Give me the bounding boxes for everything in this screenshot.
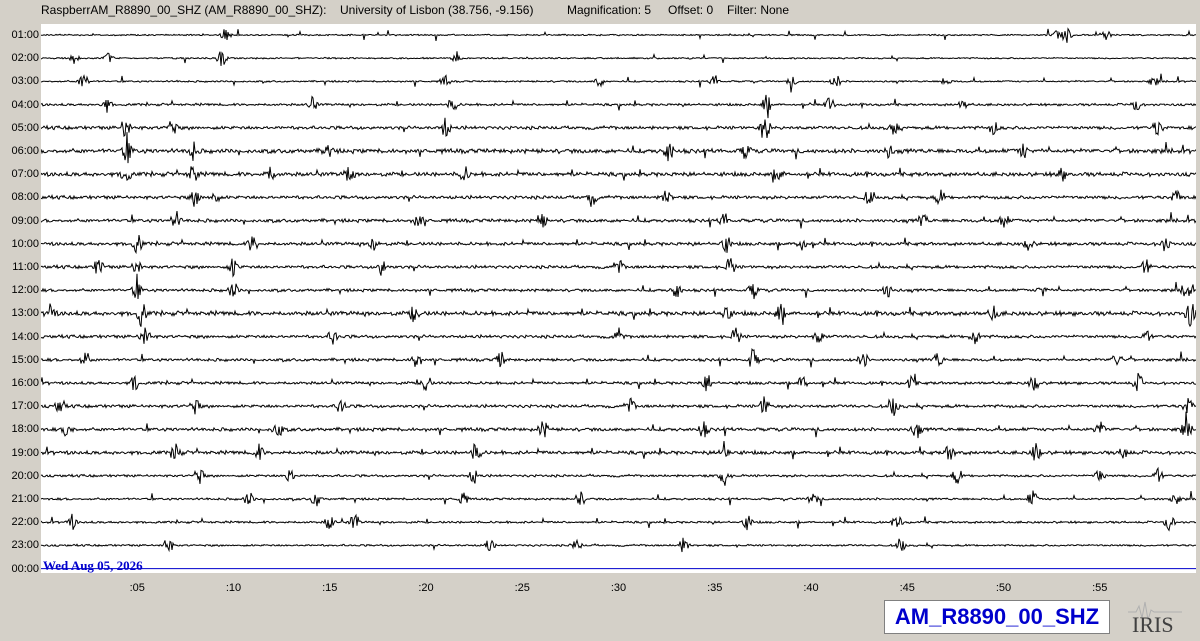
header-magnification: Magnification: 5	[567, 3, 652, 17]
date-label: Wed Aug 05, 2026	[43, 558, 143, 573]
minute-tick-label: :45	[899, 582, 915, 594]
hour-label: 08:00	[11, 191, 39, 204]
hour-label: 03:00	[11, 75, 39, 88]
trace-line	[40, 441, 1197, 461]
minute-tick-label: :10	[225, 582, 242, 594]
minute-tick-label: :40	[803, 582, 819, 594]
minute-tick-label: :50	[995, 582, 1012, 594]
hour-label: 16:00	[11, 377, 39, 389]
minute-tick-label: :05	[129, 582, 145, 594]
iris-logo: IRIS	[1128, 596, 1182, 637]
helicorder-svg	[40, 27, 1197, 570]
hour-label: 00:00	[11, 562, 39, 575]
minute-tick-label: :15	[322, 582, 338, 594]
hour-label: 13:00	[11, 307, 39, 320]
minute-tick-label: :55	[1092, 582, 1108, 594]
hour-label: 09:00	[11, 214, 39, 227]
trace-line	[40, 189, 1197, 207]
hour-label: 07:00	[11, 168, 39, 181]
hour-label: 21:00	[11, 493, 39, 505]
trace-line	[40, 411, 1197, 439]
minute-tick-label: :25	[514, 582, 530, 594]
hour-label: 20:00	[11, 469, 39, 482]
hour-label: 22:00	[11, 516, 39, 529]
trace-line	[40, 490, 1197, 507]
logo-text: IRIS	[1132, 612, 1174, 636]
hour-label: 01:00	[11, 29, 39, 41]
hour-label: 10:00	[11, 237, 39, 250]
trace-line	[40, 273, 1197, 300]
header-location: University of Lisbon (38.756, -9.156)	[340, 3, 534, 17]
trace-line	[40, 132, 1197, 164]
hour-label: 23:00	[11, 539, 39, 552]
station-id-box: AM_R8890_00_SHZ	[884, 600, 1110, 634]
hour-label: 04:00	[11, 98, 39, 111]
hour-label: 06:00	[11, 145, 39, 157]
trace-line	[40, 372, 1197, 392]
header-filter: Filter: None	[727, 3, 790, 17]
trace-line	[40, 94, 1197, 119]
trace-line	[40, 347, 1197, 368]
hour-label: 02:00	[11, 52, 39, 65]
hour-label: 18:00	[11, 423, 39, 436]
trace-line	[40, 537, 1196, 553]
header-offset: Offset: 0	[668, 3, 714, 17]
trace-line	[40, 235, 1197, 255]
trace-line	[40, 117, 1197, 138]
trace-line	[40, 327, 1197, 345]
trace-line	[40, 73, 1197, 93]
hour-label: 17:00	[11, 400, 39, 413]
trace-line	[40, 513, 1197, 532]
header-station: RaspberrAM_R8890_00_SHZ (AM_R8890_00_SHZ…	[41, 3, 327, 17]
hour-label: 12:00	[11, 284, 39, 297]
hour-label: 15:00	[11, 353, 39, 366]
hour-label: 14:00	[11, 330, 39, 343]
minute-tick-label: :30	[610, 582, 627, 594]
minute-axis: :05 :10 :15 :20 :25 :30 :35 :40 :45 :50 :55	[41, 580, 1196, 596]
trace-line	[40, 466, 1197, 486]
trace-line	[40, 166, 1197, 183]
header-bar: RaspberrAM_R8890_00_SHZ (AM_R8890_00_SHZ…	[0, 0, 1200, 20]
trace-line	[40, 303, 1197, 328]
trace-line	[40, 27, 1196, 43]
minute-tick-label: :35	[707, 582, 723, 594]
trace-line	[40, 258, 1197, 278]
hour-label: 05:00	[11, 121, 39, 134]
hour-label: 11:00	[12, 261, 39, 273]
helicorder-plot	[40, 24, 1197, 573]
minute-tick-label: :20	[418, 582, 434, 594]
hour-label: 19:00	[11, 446, 39, 459]
trace-line	[40, 211, 1197, 229]
hour-axis: 01:00 02:00 03:00 04:00 05:00 06:00 07:00 08:00…	[0, 24, 41, 584]
trace-line	[40, 396, 1197, 416]
trace-line	[40, 51, 1197, 66]
